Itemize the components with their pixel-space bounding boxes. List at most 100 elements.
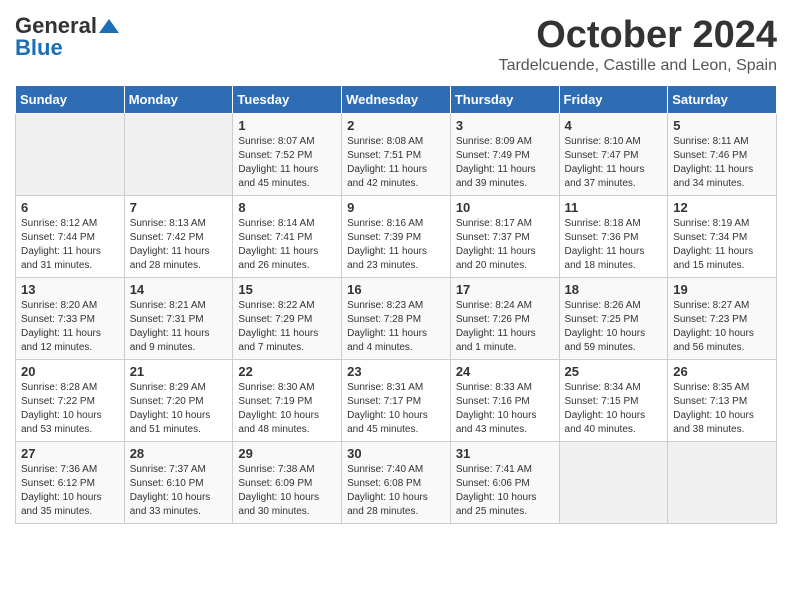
calendar-cell: 31 Sunrise: 7:41 AM Sunset: 6:06 PM Dayli… bbox=[450, 441, 559, 523]
logo-blue-text: Blue bbox=[15, 37, 63, 59]
calendar-cell: 29Sunrise: 7:38 AM Sunset: 6:09 PM Dayli… bbox=[233, 441, 342, 523]
calendar-cell: 9 Sunrise: 8:16 AM Sunset: 7:39 PM Daylig… bbox=[342, 195, 451, 277]
day-number: 4 bbox=[565, 118, 663, 133]
month-title: October 2024 bbox=[499, 15, 777, 57]
day-number: 12 bbox=[673, 200, 771, 215]
day-number: 9 bbox=[347, 200, 445, 215]
calendar-cell: 5 Sunrise: 8:11 AM Sunset: 7:46 PM Daylig… bbox=[668, 113, 777, 195]
day-info: Sunrise: 8:34 AM Sunset: 7:15 PM Dayligh… bbox=[565, 381, 663, 437]
calendar-cell: 3 Sunrise: 8:09 AM Sunset: 7:49 PM Daylig… bbox=[450, 113, 559, 195]
calendar-cell: 6 Sunrise: 8:12 AM Sunset: 7:44 PM Daylig… bbox=[16, 195, 125, 277]
calendar-header: SundayMondayTuesdayWednesdayThursdayFrid… bbox=[16, 85, 777, 113]
day-number: 10 bbox=[456, 200, 554, 215]
day-header: Sunday bbox=[16, 85, 125, 113]
day-info: Sunrise: 8:09 AM Sunset: 7:49 PM Dayligh… bbox=[456, 135, 554, 191]
day-number: 19 bbox=[673, 282, 771, 297]
day-number: 3 bbox=[456, 118, 554, 133]
day-number: 5 bbox=[673, 118, 771, 133]
day-info: Sunrise: 8:10 AM Sunset: 7:47 PM Dayligh… bbox=[565, 135, 663, 191]
calendar-cell: 15 Sunrise: 8:22 AM Sunset: 7:29 PM Dayli… bbox=[233, 277, 342, 359]
logo-general-text: General bbox=[15, 15, 97, 37]
calendar-week-row: 13Sunrise: 8:20 AM Sunset: 7:33 PM Dayli… bbox=[16, 277, 777, 359]
day-info: Sunrise: 8:12 AM Sunset: 7:44 PM Dayligh… bbox=[21, 217, 119, 273]
day-info: Sunrise: 8:17 AM Sunset: 7:37 PM Dayligh… bbox=[456, 217, 554, 273]
calendar-cell: 13Sunrise: 8:20 AM Sunset: 7:33 PM Dayli… bbox=[16, 277, 125, 359]
day-header: Monday bbox=[124, 85, 233, 113]
day-header: Wednesday bbox=[342, 85, 451, 113]
day-number: 26 bbox=[673, 364, 771, 379]
day-info: Sunrise: 8:35 AM Sunset: 7:13 PM Dayligh… bbox=[673, 381, 771, 437]
calendar-cell: 30Sunrise: 7:40 AM Sunset: 6:08 PM Dayli… bbox=[342, 441, 451, 523]
day-info: Sunrise: 8:18 AM Sunset: 7:36 PM Dayligh… bbox=[565, 217, 663, 273]
calendar-cell: 28Sunrise: 7:37 AM Sunset: 6:10 PM Dayli… bbox=[124, 441, 233, 523]
logo: General Blue bbox=[15, 15, 119, 59]
calendar-cell: 17 Sunrise: 8:24 AM Sunset: 7:26 PM Dayli… bbox=[450, 277, 559, 359]
calendar-cell: 26 Sunrise: 8:35 AM Sunset: 7:13 PM Dayli… bbox=[668, 359, 777, 441]
day-header: Friday bbox=[559, 85, 668, 113]
calendar-cell bbox=[124, 113, 233, 195]
day-header: Tuesday bbox=[233, 85, 342, 113]
day-info: Sunrise: 8:28 AM Sunset: 7:22 PM Dayligh… bbox=[21, 381, 119, 437]
day-info: Sunrise: 8:31 AM Sunset: 7:17 PM Dayligh… bbox=[347, 381, 445, 437]
day-number: 8 bbox=[238, 200, 336, 215]
day-number: 23 bbox=[347, 364, 445, 379]
calendar-cell: 22 Sunrise: 8:30 AM Sunset: 7:19 PM Dayli… bbox=[233, 359, 342, 441]
calendar-cell: 24 Sunrise: 8:33 AM Sunset: 7:16 PM Dayli… bbox=[450, 359, 559, 441]
day-number: 24 bbox=[456, 364, 554, 379]
day-info: Sunrise: 8:27 AM Sunset: 7:23 PM Dayligh… bbox=[673, 299, 771, 355]
day-info: Sunrise: 7:38 AM Sunset: 6:09 PM Dayligh… bbox=[238, 463, 336, 519]
day-number: 13 bbox=[21, 282, 119, 297]
day-info: Sunrise: 8:24 AM Sunset: 7:26 PM Dayligh… bbox=[456, 299, 554, 355]
day-number: 6 bbox=[21, 200, 119, 215]
calendar-cell: 10 Sunrise: 8:17 AM Sunset: 7:37 PM Dayli… bbox=[450, 195, 559, 277]
calendar-body: 1 Sunrise: 8:07 AM Sunset: 7:52 PM Daylig… bbox=[16, 113, 777, 523]
day-info: Sunrise: 8:19 AM Sunset: 7:34 PM Dayligh… bbox=[673, 217, 771, 273]
day-number: 11 bbox=[565, 200, 663, 215]
day-number: 18 bbox=[565, 282, 663, 297]
page-header: General Blue October 2024 Tardelcuende, … bbox=[15, 15, 777, 75]
day-info: Sunrise: 8:16 AM Sunset: 7:39 PM Dayligh… bbox=[347, 217, 445, 273]
calendar-week-row: 6 Sunrise: 8:12 AM Sunset: 7:44 PM Daylig… bbox=[16, 195, 777, 277]
calendar-cell: 2 Sunrise: 8:08 AM Sunset: 7:51 PM Daylig… bbox=[342, 113, 451, 195]
header-row: SundayMondayTuesdayWednesdayThursdayFrid… bbox=[16, 85, 777, 113]
day-number: 31 bbox=[456, 446, 554, 461]
day-header: Thursday bbox=[450, 85, 559, 113]
day-number: 16 bbox=[347, 282, 445, 297]
day-info: Sunrise: 8:33 AM Sunset: 7:16 PM Dayligh… bbox=[456, 381, 554, 437]
day-number: 17 bbox=[456, 282, 554, 297]
day-info: Sunrise: 8:22 AM Sunset: 7:29 PM Dayligh… bbox=[238, 299, 336, 355]
calendar-week-row: 1 Sunrise: 8:07 AM Sunset: 7:52 PM Daylig… bbox=[16, 113, 777, 195]
calendar-table: SundayMondayTuesdayWednesdayThursdayFrid… bbox=[15, 85, 777, 524]
day-number: 22 bbox=[238, 364, 336, 379]
day-info: Sunrise: 8:11 AM Sunset: 7:46 PM Dayligh… bbox=[673, 135, 771, 191]
day-number: 14 bbox=[130, 282, 228, 297]
calendar-cell: 16 Sunrise: 8:23 AM Sunset: 7:28 PM Dayli… bbox=[342, 277, 451, 359]
day-info: Sunrise: 7:36 AM Sunset: 6:12 PM Dayligh… bbox=[21, 463, 119, 519]
day-header: Saturday bbox=[668, 85, 777, 113]
calendar-cell: 14Sunrise: 8:21 AM Sunset: 7:31 PM Dayli… bbox=[124, 277, 233, 359]
day-info: Sunrise: 8:07 AM Sunset: 7:52 PM Dayligh… bbox=[238, 135, 336, 191]
calendar-cell: 1 Sunrise: 8:07 AM Sunset: 7:52 PM Daylig… bbox=[233, 113, 342, 195]
calendar-cell: 18 Sunrise: 8:26 AM Sunset: 7:25 PM Dayli… bbox=[559, 277, 668, 359]
day-number: 1 bbox=[238, 118, 336, 133]
day-info: Sunrise: 8:30 AM Sunset: 7:19 PM Dayligh… bbox=[238, 381, 336, 437]
day-number: 28 bbox=[130, 446, 228, 461]
day-info: Sunrise: 8:26 AM Sunset: 7:25 PM Dayligh… bbox=[565, 299, 663, 355]
title-block: October 2024 Tardelcuende, Castille and … bbox=[499, 15, 777, 75]
day-info: Sunrise: 7:41 AM Sunset: 6:06 PM Dayligh… bbox=[456, 463, 554, 519]
day-info: Sunrise: 8:23 AM Sunset: 7:28 PM Dayligh… bbox=[347, 299, 445, 355]
day-number: 25 bbox=[565, 364, 663, 379]
day-number: 7 bbox=[130, 200, 228, 215]
day-number: 20 bbox=[21, 364, 119, 379]
day-info: Sunrise: 8:29 AM Sunset: 7:20 PM Dayligh… bbox=[130, 381, 228, 437]
calendar-week-row: 27Sunrise: 7:36 AM Sunset: 6:12 PM Dayli… bbox=[16, 441, 777, 523]
logo-triangle-icon bbox=[99, 19, 119, 33]
day-number: 30 bbox=[347, 446, 445, 461]
day-number: 21 bbox=[130, 364, 228, 379]
calendar-week-row: 20 Sunrise: 8:28 AM Sunset: 7:22 PM Dayli… bbox=[16, 359, 777, 441]
day-number: 2 bbox=[347, 118, 445, 133]
calendar-cell: 7Sunrise: 8:13 AM Sunset: 7:42 PM Daylig… bbox=[124, 195, 233, 277]
location-text: Tardelcuende, Castille and Leon, Spain bbox=[499, 57, 777, 75]
day-number: 15 bbox=[238, 282, 336, 297]
day-info: Sunrise: 8:08 AM Sunset: 7:51 PM Dayligh… bbox=[347, 135, 445, 191]
